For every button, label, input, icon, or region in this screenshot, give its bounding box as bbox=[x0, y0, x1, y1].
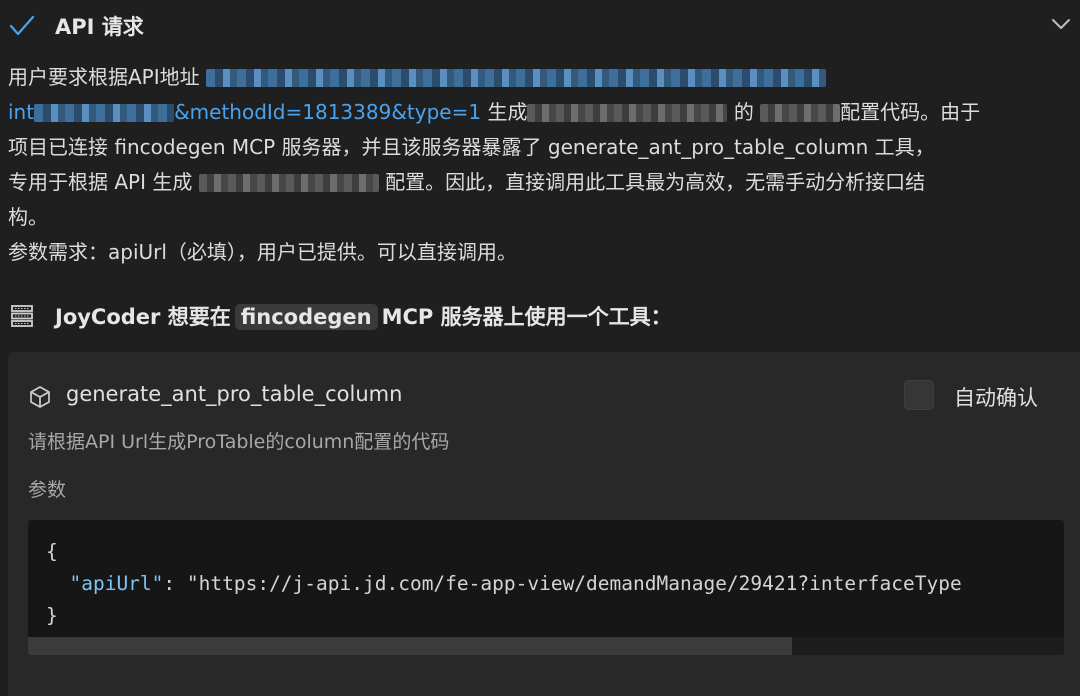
server-icon bbox=[11, 305, 33, 327]
api-url-link[interactable]: int &methodId=1813389&type=1 bbox=[8, 100, 481, 124]
params-json: { "apiUrl": "https://j-api.jd.com/fe-app… bbox=[46, 540, 962, 627]
tool-request-line: JoyCoder 想要在 fincodegen MCP 服务器上使用一个工具： bbox=[10, 298, 1070, 334]
cube-icon bbox=[30, 386, 50, 408]
tool-name: generate_ant_pro_table_column bbox=[66, 382, 403, 406]
redacted-url-part-1 bbox=[206, 69, 826, 87]
redacted-url-part-2 bbox=[34, 104, 175, 122]
tool-description: 请根据API Url生成ProTable的column配置的代码 bbox=[28, 431, 450, 453]
message-line-4: 专用于根据 API 生成 配置。因此，直接调用此工具最为高效，无需手动分析接口结 bbox=[8, 170, 926, 194]
params-code-block[interactable]: { "apiUrl": "https://j-api.jd.com/fe-app… bbox=[28, 520, 1064, 655]
header-title: API 请求 bbox=[55, 15, 144, 39]
tool-card: generate_ant_pro_table_column 自动确认 请根据AP… bbox=[8, 352, 1080, 696]
assistant-message: 用户要求根据API地址 int &methodId=1813389&type=1 … bbox=[8, 60, 1076, 270]
message-line-6: 参数需求：apiUrl（必填），用户已提供。可以直接调用。 bbox=[8, 240, 517, 264]
check-icon bbox=[9, 15, 35, 36]
message-line-3: 项目已连接 fincodegen MCP 服务器，并且该服务器暴露了 gener… bbox=[8, 135, 935, 159]
params-label: 参数 bbox=[28, 479, 67, 501]
chevron-down-icon[interactable] bbox=[1050, 16, 1072, 32]
message-line-1: 用户要求根据API地址 bbox=[8, 60, 1076, 95]
tool-request-text: JoyCoder 想要在 fincodegen MCP 服务器上使用一个工具： bbox=[55, 304, 672, 330]
redacted-text-3 bbox=[198, 174, 379, 192]
message-line-2: int &methodId=1813389&type=1 生成 的 配置代码。由于 bbox=[8, 100, 981, 124]
message-line-5: 构。 bbox=[8, 205, 48, 229]
scrollbar-thumb[interactable] bbox=[28, 637, 792, 655]
server-name-badge: fincodegen bbox=[234, 304, 378, 330]
redacted-text-2 bbox=[760, 104, 841, 122]
api-request-header[interactable]: API 请求 bbox=[0, 0, 1080, 52]
auto-confirm-checkbox[interactable] bbox=[904, 380, 934, 410]
redacted-text-1 bbox=[527, 104, 728, 122]
horizontal-scrollbar[interactable] bbox=[28, 637, 1064, 655]
auto-confirm-label[interactable]: 自动确认 bbox=[954, 382, 1038, 412]
